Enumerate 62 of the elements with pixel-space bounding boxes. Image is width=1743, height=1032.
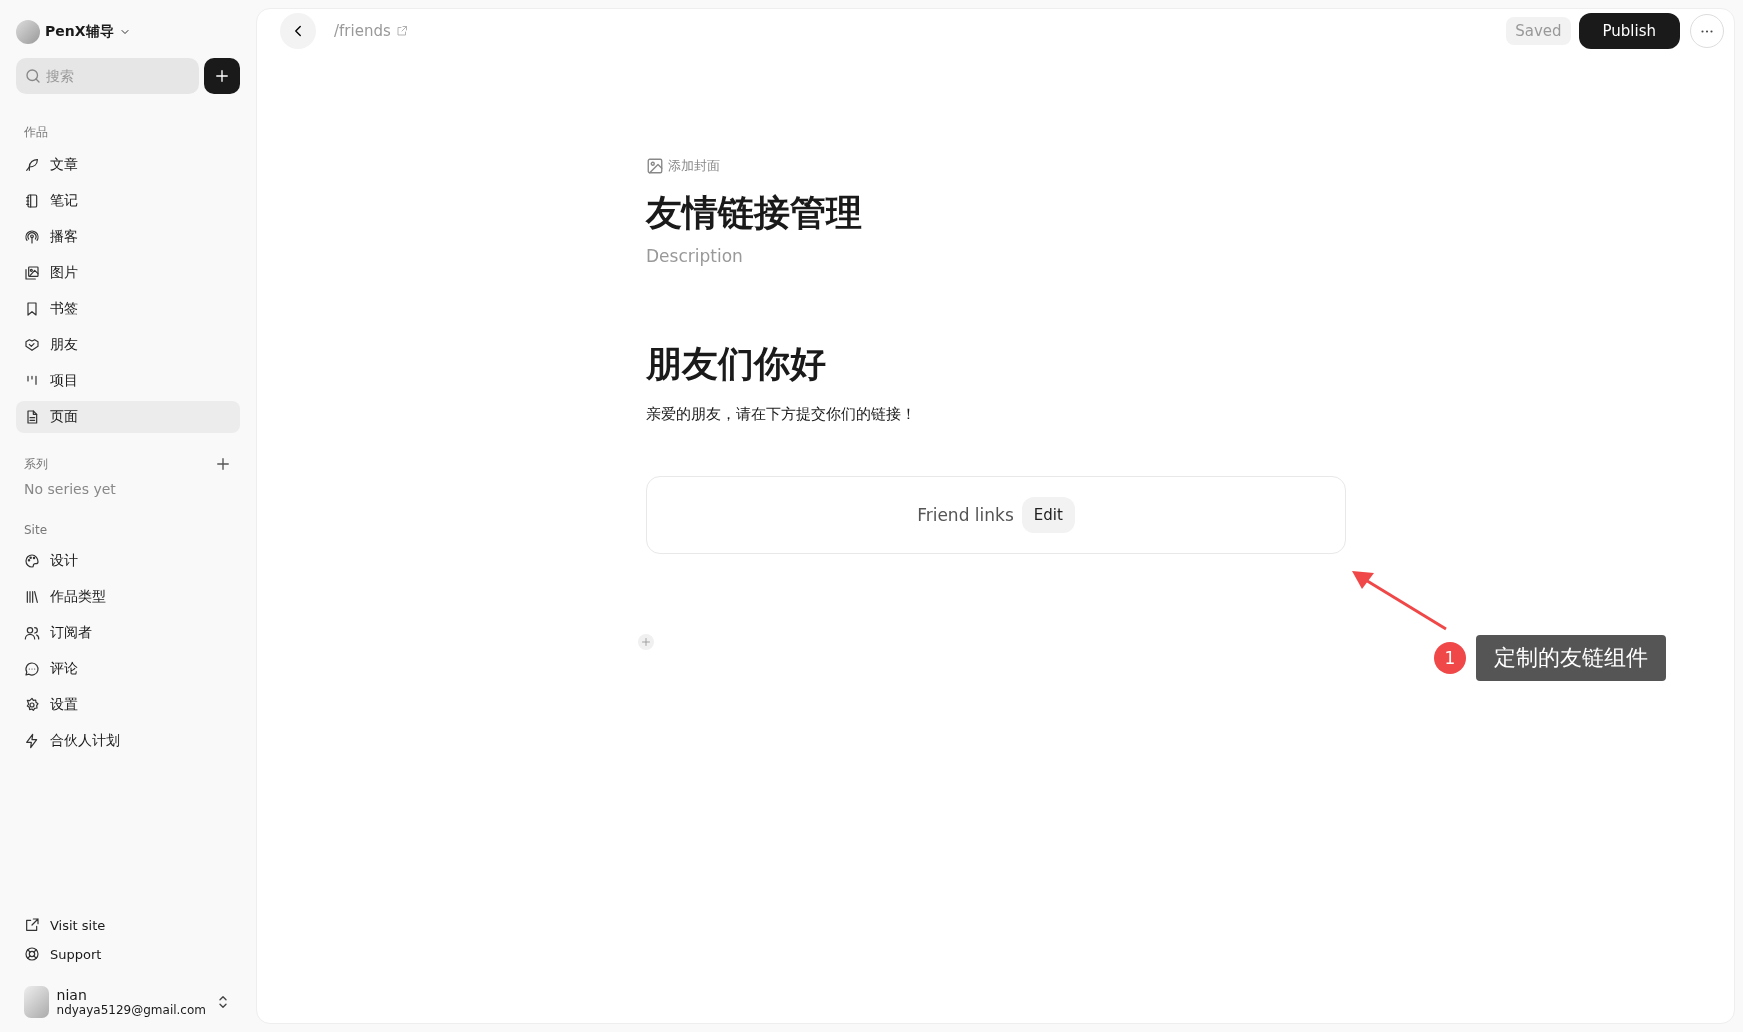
sidebar-item[interactable]: 文章: [16, 149, 240, 181]
sidebar-item[interactable]: 设置: [16, 689, 240, 721]
sidebar-item[interactable]: 订阅者: [16, 617, 240, 649]
widget-label: Friend links: [917, 505, 1014, 526]
content-heading: 朋友们你好: [646, 342, 826, 386]
chat-bubble-icon: [24, 661, 40, 677]
footer-link[interactable]: Visit site: [16, 913, 240, 937]
footer-link[interactable]: Support: [16, 942, 240, 966]
content-paragraph: 亲爱的朋友，请在下方提交你们的链接！: [646, 405, 916, 425]
workspace-name[interactable]: PenX辅导: [45, 23, 114, 41]
search-icon: [24, 67, 42, 85]
external-link-icon: [24, 917, 40, 933]
sidebar-item[interactable]: 项目: [16, 365, 240, 397]
sidebar-item[interactable]: 合伙人计划: [16, 725, 240, 757]
sidebar-item[interactable]: 页面: [16, 401, 240, 433]
add-block-button[interactable]: [638, 634, 654, 651]
back-button[interactable]: [280, 13, 316, 49]
sidebar-item[interactable]: 设计: [16, 545, 240, 577]
edit-button[interactable]: Edit: [1021, 497, 1075, 534]
feather-icon: [24, 157, 40, 173]
library-icon: [24, 589, 40, 605]
sidebar-item[interactable]: 播客: [16, 221, 240, 253]
notebook-icon: [24, 193, 40, 209]
sidebar-item[interactable]: 图片: [16, 257, 240, 289]
sidebar-item[interactable]: 书签: [16, 293, 240, 325]
sidebar-item[interactable]: 朋友: [16, 329, 240, 361]
add-cover-button[interactable]: 添加封面: [646, 157, 720, 175]
add-series-button[interactable]: [214, 455, 232, 473]
avatar: [16, 20, 40, 44]
add-button[interactable]: [204, 58, 240, 94]
user-name: nian: [56, 987, 88, 1003]
sidebar-item[interactable]: 笔记: [16, 185, 240, 217]
more-icon: [1701, 29, 1713, 33]
settings-icon: [24, 697, 40, 713]
image-icon: [646, 157, 664, 175]
file-text-icon: [24, 409, 40, 425]
page-title[interactable]: 友情链接管理: [646, 191, 862, 235]
palette-icon: [24, 553, 40, 569]
publish-button[interactable]: Publish: [1578, 13, 1680, 49]
lightning-icon: [24, 733, 40, 749]
user-email: ndyaya5129@gmail.com: [56, 1003, 206, 1017]
plus-icon: [640, 636, 652, 649]
more-button[interactable]: [1690, 14, 1724, 48]
annotation-label: 定制的友链组件: [1476, 635, 1666, 681]
section-heading: Site: [24, 523, 49, 537]
user-avatar: [24, 986, 49, 1018]
empty-series-text: No series yet: [24, 481, 117, 497]
users-icon: [24, 625, 40, 641]
saved-status: Saved: [1506, 17, 1571, 45]
step-number-badge: 1: [1434, 642, 1466, 674]
images-icon: [24, 265, 40, 281]
sidebar-item[interactable]: 评论: [16, 653, 240, 685]
external-link-icon: [395, 25, 408, 37]
section-heading: 作品: [24, 124, 49, 141]
sidebar-item[interactable]: 作品类型: [16, 581, 240, 613]
lifebuoy-icon: [24, 946, 40, 962]
section-heading: 系列: [24, 455, 48, 473]
search-field[interactable]: 搜索: [16, 58, 199, 94]
plus-icon: [214, 455, 232, 473]
plus-icon: [213, 67, 231, 85]
bookmark-icon: [24, 301, 40, 317]
podcast-icon: [24, 229, 40, 245]
